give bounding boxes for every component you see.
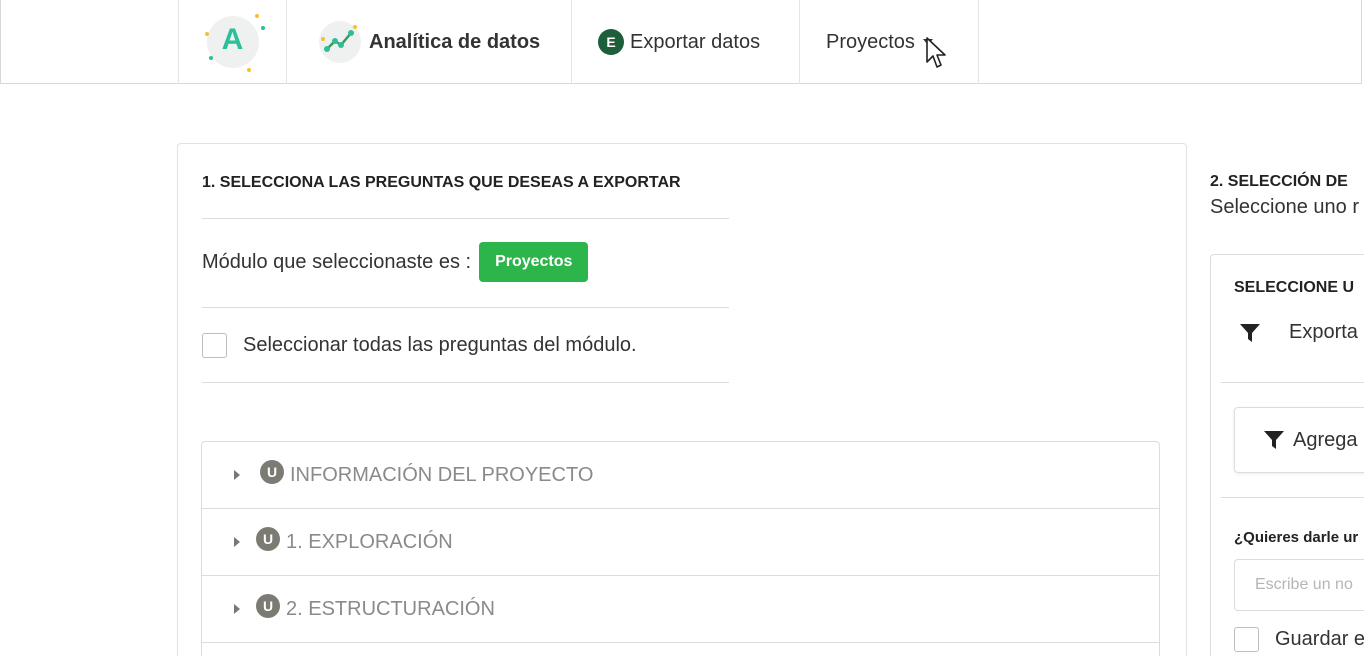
nav-export[interactable]: E Exportar datos (571, 0, 800, 84)
save-option[interactable]: Guardar e (1234, 627, 1364, 652)
question-groups-accordion: U INFORMACIÓN DEL PROYECTO U 1. EXPLORAC… (201, 441, 1160, 656)
section-title-select-questions: 1. SELECCIONA LAS PREGUNTAS QUE DESEAS A… (202, 174, 681, 191)
mouse-cursor-icon (926, 37, 946, 68)
accordion-item[interactable]: U INFORMACIÓN DEL PROYECTO (202, 442, 1159, 509)
module-prefix-text: Módulo que seleccionaste es : (202, 250, 472, 273)
nav-projects-dropdown[interactable]: Proyectos (799, 0, 979, 84)
export-name-input[interactable] (1234, 559, 1364, 611)
app-logo-icon: A (204, 14, 265, 72)
accordion-item-label: 1. EXPLORACIÓN (286, 530, 453, 553)
accordion-item[interactable]: U 1. EXPLORACIÓN (202, 509, 1159, 576)
accordion-item[interactable]: U 2. ESTRUCTURACIÓN (202, 576, 1159, 643)
top-navbar: A Analítica de datos E Exportar datos Pr… (0, 0, 1362, 84)
divider (202, 218, 729, 219)
nav-analytics-label: Analítica de datos (369, 30, 541, 53)
divider (202, 307, 729, 308)
nav-export-label: Exportar datos (630, 30, 761, 53)
caret-right-icon (234, 470, 240, 480)
divider (202, 382, 729, 383)
export-filter-label: Exporta (1289, 321, 1358, 343)
export-e-icon: E (598, 29, 624, 55)
add-filter-label: Agrega (1293, 428, 1358, 451)
u-badge-icon: U (256, 594, 280, 618)
select-all-label: Seleccionar todas las preguntas del módu… (243, 334, 637, 356)
filter-card-title: SELECCIONE U (1234, 279, 1355, 296)
select-all-questions[interactable]: Seleccionar todas las preguntas del módu… (202, 333, 637, 358)
export-filter-option[interactable]: Exporta (1239, 321, 1358, 344)
select-all-checkbox[interactable] (202, 333, 227, 358)
selected-module-line: Módulo que seleccionaste es : Proyectos (202, 242, 589, 282)
funnel-icon (1264, 431, 1284, 449)
divider (1221, 497, 1364, 498)
save-label: Guardar e (1275, 628, 1364, 650)
add-filter-button[interactable]: Agrega (1234, 407, 1364, 473)
accordion-item-label: INFORMACIÓN DEL PROYECTO (290, 463, 594, 486)
section-title-selection: 2. SELECCIÓN DE (1210, 173, 1348, 190)
save-checkbox[interactable] (1234, 627, 1259, 652)
logo-letter: A (221, 23, 244, 56)
nav-logo[interactable]: A (178, 0, 286, 84)
funnel-icon (1240, 323, 1260, 342)
question-selection-card: 1. SELECCIONA LAS PREGUNTAS QUE DESEAS A… (177, 143, 1187, 656)
caret-right-icon (234, 537, 240, 547)
caret-right-icon (234, 604, 240, 614)
module-badge[interactable]: Proyectos (479, 242, 589, 282)
nav-analytics[interactable]: Analítica de datos (286, 0, 571, 84)
nav-projects-label: Proyectos (826, 30, 915, 53)
name-question-label: ¿Quieres darle ur (1234, 529, 1359, 546)
filter-card: SELECCIONE U Exporta Agrega ¿Quieres dar… (1210, 254, 1364, 656)
u-badge-icon: U (260, 460, 284, 484)
analytics-chart-icon (319, 21, 361, 63)
accordion-item-label: 2. ESTRUCTURACIÓN (286, 597, 495, 620)
divider (1221, 382, 1364, 383)
section-subtitle: Seleccione uno r (1210, 196, 1359, 218)
u-badge-icon: U (256, 527, 280, 551)
